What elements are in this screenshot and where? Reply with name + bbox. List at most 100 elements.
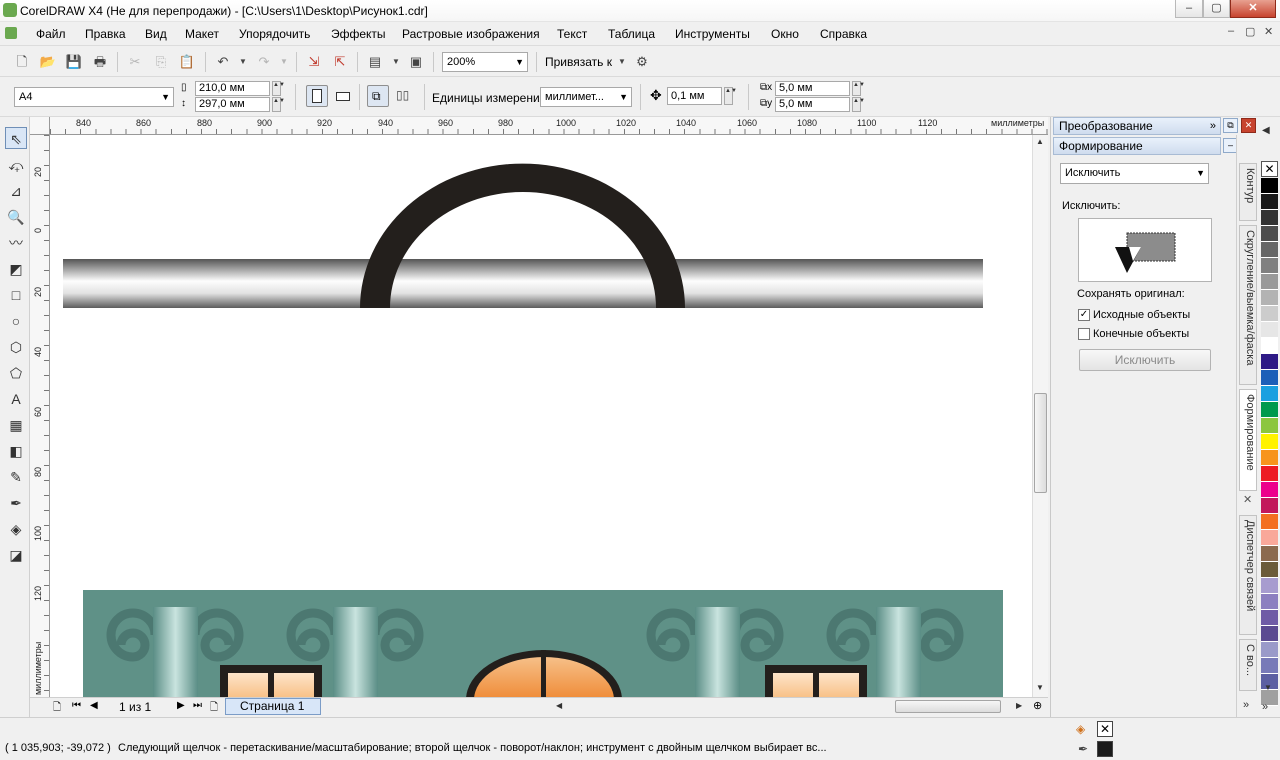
snap-dropdown-icon[interactable]: ▼ <box>612 52 632 72</box>
first-page-icon[interactable]: ⏮ <box>72 700 81 711</box>
page-size-select[interactable]: A4 ▼ <box>14 87 174 107</box>
export-icon[interactable]: ⇱ <box>330 52 350 72</box>
color-swatch[interactable] <box>1261 274 1278 290</box>
color-swatch[interactable] <box>1261 498 1278 514</box>
menu-view[interactable]: Вид <box>145 27 167 41</box>
palette-expand-icon[interactable]: » <box>1262 701 1268 713</box>
page-width-input[interactable]: 210,0 мм <box>195 81 270 96</box>
color-swatch[interactable] <box>1261 450 1278 466</box>
duplicate-y-input[interactable]: 5,0 мм <box>775 97 850 112</box>
launcher-dropdown-icon[interactable]: ▼ <box>386 52 406 72</box>
undo-dropdown-icon[interactable]: ▼ <box>233 52 253 72</box>
color-swatch[interactable] <box>1261 418 1278 434</box>
open-folder-icon[interactable]: 📂 <box>38 52 58 72</box>
vertical-scrollbar[interactable]: ▲ ▼ <box>1032 135 1048 697</box>
smart-fill-tool-icon[interactable]: ◩ <box>5 258 27 280</box>
column[interactable] <box>695 607 740 697</box>
navigator-icon[interactable]: ⊕ <box>1033 699 1042 712</box>
docker-float-icon[interactable]: ⧉ <box>1223 118 1238 133</box>
more-tabs-icon[interactable]: » <box>1243 699 1249 711</box>
previous-page-icon[interactable]: ◀ <box>90 700 98 711</box>
paste-icon[interactable]: 📋 <box>177 52 197 72</box>
doc-restore-icon[interactable]: ▢ <box>1245 25 1255 38</box>
tab-fillet[interactable]: Скругление/выемка/фаска <box>1239 225 1257 385</box>
menu-bitmaps[interactable]: Растровые изображения <box>402 27 540 41</box>
page-width-spinner[interactable]: ▲▼ <box>272 81 285 96</box>
color-swatch[interactable] <box>1261 226 1278 242</box>
scroll-down-icon[interactable]: ▼ <box>1036 683 1044 692</box>
basic-shapes-tool-icon[interactable]: ⬠ <box>5 362 27 384</box>
color-swatch[interactable] <box>1261 482 1278 498</box>
color-swatch[interactable] <box>1261 642 1278 658</box>
page-height-spinner[interactable]: ▲▼ <box>272 97 285 112</box>
menu-text[interactable]: Текст <box>557 27 587 41</box>
vertical-ruler[interactable]: 20 0 20 40 60 80 100 120 миллиметры <box>30 135 50 697</box>
freehand-tool-icon[interactable]: 〰 <box>5 232 27 254</box>
snap-to-button[interactable]: Привязать к <box>545 55 612 69</box>
gradient-bar[interactable] <box>63 259 983 308</box>
palette-scroll-up-icon[interactable]: ◀ <box>1262 125 1270 136</box>
color-swatch[interactable] <box>1261 594 1278 610</box>
shape-tool-icon[interactable]: ⤽ <box>5 154 27 176</box>
menu-window[interactable]: Окно <box>771 27 799 41</box>
menu-file[interactable]: Файл <box>36 27 66 41</box>
color-swatch[interactable] <box>1261 370 1278 386</box>
options-icon[interactable]: ⚙ <box>632 52 652 72</box>
target-objects-checkbox[interactable] <box>1078 328 1090 340</box>
new-document-icon[interactable]: 🗋 <box>12 52 32 72</box>
vertical-scroll-thumb[interactable] <box>1034 393 1047 493</box>
zoom-level-select[interactable]: 200% ▼ <box>442 52 528 72</box>
column[interactable] <box>876 607 921 697</box>
doc-close-icon[interactable]: ✕ <box>1264 25 1273 38</box>
close-tab-icon[interactable]: ✕ <box>1243 493 1252 506</box>
doc-minimize-icon[interactable]: – <box>1228 25 1234 37</box>
crop-tool-icon[interactable]: ⊿ <box>5 180 27 202</box>
source-objects-checkbox[interactable]: ✓ <box>1078 309 1090 321</box>
next-page-icon[interactable]: ▶ <box>177 700 185 711</box>
units-select[interactable]: миллимет... ▼ <box>540 87 632 107</box>
tab-link-manager[interactable]: Диспетчер связей <box>1239 515 1257 635</box>
menu-tools[interactable]: Инструменты <box>675 27 750 41</box>
color-swatch[interactable] <box>1261 258 1278 274</box>
current-page-button[interactable]: ▯▯ <box>396 88 409 102</box>
color-swatch[interactable] <box>1261 626 1278 642</box>
doc-icon[interactable] <box>5 27 17 39</box>
add-page-before-icon[interactable]: 🗋 <box>53 700 61 717</box>
docker-close-icon[interactable]: ✕ <box>1241 118 1256 133</box>
color-swatch[interactable] <box>1261 290 1278 306</box>
tab-shaping[interactable]: Формирование <box>1239 389 1257 491</box>
apply-shaping-button[interactable]: Исключить <box>1079 349 1211 371</box>
interactive-blend-tool-icon[interactable]: ◧ <box>5 440 27 462</box>
page-tab[interactable]: Страница 1 <box>225 698 321 715</box>
page-height-input[interactable]: 297,0 мм <box>195 97 270 112</box>
color-swatch[interactable] <box>1261 466 1278 482</box>
menu-effects[interactable]: Эффекты <box>331 27 386 41</box>
color-swatch[interactable] <box>1261 530 1278 546</box>
scroll-left-icon[interactable]: ◀ <box>556 701 562 710</box>
save-icon[interactable]: 💾 <box>64 52 84 72</box>
pick-tool-icon[interactable]: ⇖ <box>5 127 27 149</box>
tab-more[interactable]: С во... <box>1239 639 1257 691</box>
color-swatch[interactable] <box>1261 402 1278 418</box>
text-tool-icon[interactable]: A <box>5 388 27 410</box>
copy-icon[interactable]: ⎘ <box>151 52 171 72</box>
shaping-docker-header[interactable]: Формирование <box>1053 137 1221 155</box>
rectangle-tool-icon[interactable]: □ <box>5 284 27 306</box>
zoom-tool-icon[interactable]: 🔍 <box>5 206 27 228</box>
color-swatch[interactable] <box>1261 354 1278 370</box>
color-swatch[interactable] <box>1261 658 1278 674</box>
ruler-origin[interactable] <box>30 117 50 135</box>
drawing-canvas[interactable] <box>50 135 1032 697</box>
redo-icon[interactable]: ↷ <box>254 52 274 72</box>
scroll-up-icon[interactable]: ▲ <box>1036 137 1044 146</box>
polygon-tool-icon[interactable]: ⬡ <box>5 336 27 358</box>
application-launcher-icon[interactable]: ▤ <box>365 52 385 72</box>
outline-color-swatch[interactable] <box>1097 741 1113 757</box>
welcome-screen-icon[interactable]: ▣ <box>406 52 426 72</box>
color-swatch[interactable] <box>1261 546 1278 562</box>
nudge-spinner[interactable]: ▲▼ <box>724 87 737 105</box>
palette-scroll-down-icon[interactable]: ▼ <box>1264 683 1272 692</box>
color-swatch[interactable] <box>1261 338 1278 354</box>
minimize-button[interactable]: – <box>1175 0 1203 18</box>
column[interactable] <box>333 607 378 697</box>
